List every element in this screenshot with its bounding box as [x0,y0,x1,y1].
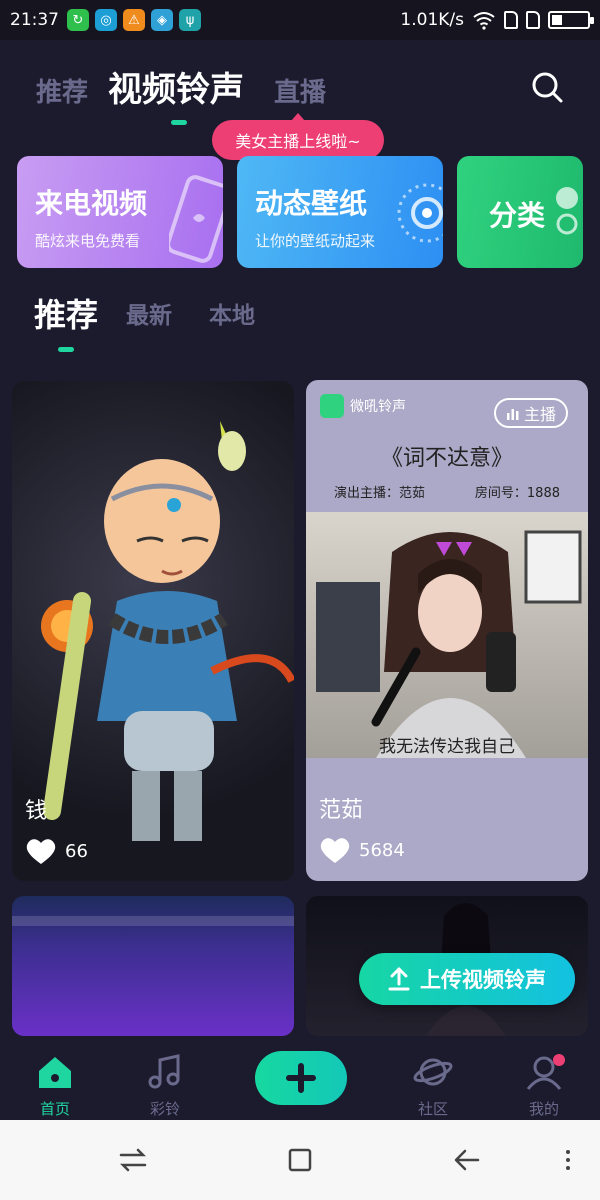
usb-notification-icon: ψ [179,9,201,31]
heart-icon [26,839,56,864]
room-label: 房间号：1888 [474,486,560,501]
card-title: 范茹 [319,798,364,823]
lyric-line: 我无法传达我自己 [379,737,515,757]
upload-video-ringtone-button[interactable]: 上传视频铃声 [359,953,575,1005]
nav-label: 社区 [417,1100,448,1118]
signal-bars-icon [506,409,519,420]
like-count[interactable]: 5684 [319,836,405,864]
wifi-icon [473,12,495,30]
nav-home[interactable]: 首页 [20,1054,90,1119]
menu-dots-icon[interactable] [552,1144,584,1176]
horizon-line [12,916,294,926]
feature-call-video[interactable]: 来电视频 酷炫来电免费看 [17,156,223,268]
nav-profile[interactable]: 我的 [509,1054,579,1119]
sim1-icon [504,11,518,29]
like-count[interactable]: 66 [25,837,88,865]
nav-label: 首页 [39,1100,70,1118]
wallpaper-dial-icon [397,183,443,243]
system-navigation-bar [0,1120,600,1200]
video-card[interactable]: 钱 66 [12,381,294,881]
feature-live-wallpaper[interactable]: 动态壁纸 让你的壁纸动起来 [237,156,443,268]
app-logo-icon [320,394,344,418]
home-icon [39,1057,71,1088]
map-notification-icon: ◈ [151,9,173,31]
feature-category[interactable]: 分类 [457,156,583,268]
live-tooltip[interactable]: 美女主播上线啦~ [212,113,384,160]
monk-cartoon-image [41,421,294,841]
subtab-indicator [58,347,74,352]
singer-label: 演出主播：范茹 [334,486,426,501]
nav-label: 彩铃 [149,1100,180,1118]
warning-notification-icon: ⚠ [123,9,145,31]
app-watermark: 微吼铃声 [320,394,406,418]
song-title: 《词不达意》 [380,446,513,471]
tab-video-ringtone[interactable]: 视频铃声 [108,62,244,111]
nav-label: 我的 [528,1100,559,1118]
video-card[interactable]: 微吼铃声 主播 《词不达意》 演出主播：范茹 房间号：1888 我无法传达我自己… [306,380,588,881]
phone-icon [169,175,223,263]
like-count-value: 66 [65,840,88,862]
active-tab-indicator [171,120,187,125]
subtab-local[interactable]: 本地 [209,296,255,330]
live-stream-image [306,512,588,758]
card-title: 钱 [25,799,48,824]
nav-community[interactable]: 社区 [398,1054,468,1119]
music-icon [148,1054,180,1089]
status-bar: 21:37 ↻ ◎ ⚠ ◈ ψ 1.01K/s [0,0,600,40]
heart-icon [320,838,350,863]
browser-notification-icon: ◎ [95,9,117,31]
network-speed: 1.01K/s [400,10,464,30]
upload-button-label: 上传视频铃声 [420,968,546,992]
switch-apps-icon[interactable] [117,1144,149,1176]
nav-ringtone[interactable]: 彩铃 [130,1054,200,1119]
search-icon[interactable] [530,70,564,104]
status-time: 21:37 [10,10,59,30]
notification-dot [553,1054,565,1066]
home-square-icon[interactable] [284,1144,316,1176]
tab-recommend[interactable]: 推荐 [36,72,88,109]
category-icon [556,187,578,235]
upload-icon [388,967,410,991]
plus-icon [286,1063,316,1093]
like-count-value: 5684 [359,839,405,861]
subtab-latest[interactable]: 最新 [126,296,172,330]
app-watermark-label: 微吼铃声 [350,399,406,415]
create-button[interactable] [255,1051,347,1105]
live-badge: 主播 [494,398,568,428]
planet-icon [413,1058,453,1086]
subtab-recommend[interactable]: 推荐 [34,290,98,336]
battery-icon [548,11,594,29]
song-meta: 演出主播：范茹 房间号：1888 [334,482,560,501]
video-card[interactable] [12,896,294,1036]
tab-live[interactable]: 直播 [274,72,326,109]
back-arrow-icon[interactable] [451,1144,483,1176]
sim2-icon [526,11,540,29]
live-badge-label: 主播 [523,405,556,424]
app-notification-icon: ↻ [67,9,89,31]
